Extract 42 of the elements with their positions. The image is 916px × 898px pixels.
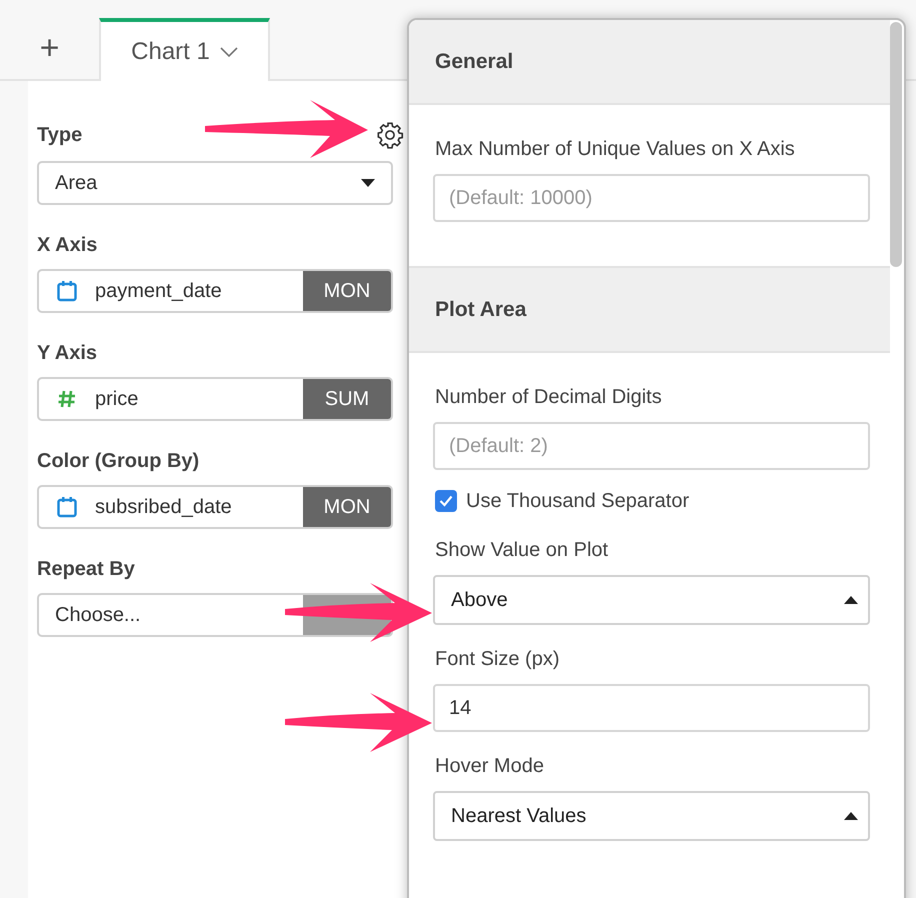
setting-label: Font Size (px)	[435, 647, 560, 671]
column-field[interactable]: payment_date MON	[37, 269, 393, 313]
calendar-icon	[57, 280, 77, 302]
setting-label: Number of Decimal Digits	[435, 385, 663, 409]
chart-tab[interactable]: Chart 1	[99, 18, 270, 81]
caret-icon	[844, 596, 858, 604]
caret-icon	[361, 179, 375, 187]
field-label: Y Axis	[37, 341, 98, 365]
add-tab-button[interactable]: +	[0, 17, 99, 79]
setting-label: Hover Mode	[435, 754, 545, 778]
field-label: Color (Group By)	[37, 449, 200, 473]
column-name: subsribed_date	[95, 495, 232, 520]
column-name: price	[95, 387, 138, 412]
scrollbar-thumb[interactable]	[890, 22, 902, 267]
field-label: Repeat By	[37, 557, 136, 581]
field-label: Type	[37, 123, 82, 147]
column-field[interactable]: Choose...	[37, 593, 393, 637]
input-field[interactable]: 14	[433, 684, 870, 732]
select-field[interactable]: Above	[433, 575, 870, 625]
settings-icon[interactable]	[376, 121, 404, 149]
checkbox-label: Use Thousand Separator	[466, 489, 690, 514]
column-name: payment_date	[95, 279, 222, 304]
setting-label: Show Value on Plot	[435, 538, 610, 562]
checkbox[interactable]	[435, 490, 457, 512]
column-field[interactable]: subsribed_date MON	[37, 485, 393, 529]
calendar-icon	[57, 496, 77, 518]
field-label: X Axis	[37, 233, 98, 257]
chart-type-select[interactable]: Area	[37, 161, 393, 205]
hash-icon	[57, 389, 77, 409]
input-field[interactable]: (Default: 2)	[433, 422, 870, 470]
checkmark-icon	[439, 495, 453, 507]
input-field[interactable]: (Default: 10000)	[433, 174, 870, 222]
setting-label: Max Number of Unique Values on X Axis	[435, 137, 796, 161]
chevron-down-icon	[220, 46, 238, 56]
caret-icon	[844, 812, 858, 820]
aggregation-label[interactable]: MON	[303, 487, 391, 527]
aggregation-label[interactable]: SUM	[303, 379, 391, 419]
section-header: General	[409, 20, 890, 105]
section-header: Plot Area	[409, 268, 890, 353]
aggregation-label[interactable]: MON	[303, 271, 391, 311]
column-field[interactable]: price SUM	[37, 377, 393, 421]
select-field[interactable]: Nearest Values	[433, 791, 870, 841]
